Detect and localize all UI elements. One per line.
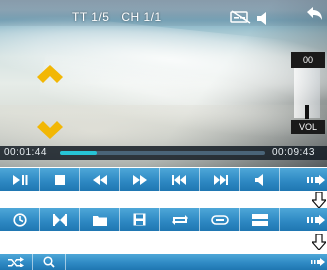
expand-arrow-icon bbox=[307, 214, 325, 225]
expand-arrow-icon bbox=[311, 258, 325, 266]
expand-button[interactable] bbox=[280, 168, 327, 191]
folder-button[interactable] bbox=[80, 208, 120, 231]
playback-controls bbox=[0, 168, 327, 191]
repeat-icon bbox=[171, 214, 188, 225]
volume-label: VOL bbox=[291, 120, 325, 134]
stop-button[interactable] bbox=[40, 168, 80, 191]
next-button[interactable] bbox=[200, 168, 240, 191]
aspect-ratio-button[interactable] bbox=[240, 208, 280, 231]
search-icon bbox=[43, 256, 55, 268]
expand-button[interactable] bbox=[307, 254, 327, 270]
rewind-button[interactable] bbox=[80, 168, 120, 191]
speaker-icon bbox=[254, 173, 263, 186]
clock-button[interactable] bbox=[0, 208, 40, 231]
stop-icon bbox=[54, 174, 65, 185]
function-controls bbox=[0, 208, 327, 231]
track-info: TT 1/5 CH 1/1 bbox=[72, 10, 170, 24]
shuffle-button[interactable] bbox=[0, 254, 33, 270]
save-icon bbox=[133, 213, 146, 226]
down-arrow-icon bbox=[310, 233, 327, 254]
expand-button[interactable] bbox=[280, 208, 327, 231]
play-pause-button[interactable] bbox=[0, 168, 40, 191]
fast-forward-icon bbox=[132, 174, 147, 185]
total-time: 00:09:43 bbox=[272, 147, 315, 158]
empty-slot bbox=[66, 254, 307, 270]
repeat-button[interactable] bbox=[160, 208, 200, 231]
seek-track[interactable] bbox=[60, 151, 265, 155]
back-arrow-icon[interactable] bbox=[304, 6, 324, 26]
shuffle-icon bbox=[8, 257, 24, 267]
ab-repeat-button[interactable] bbox=[40, 208, 80, 231]
mute-button[interactable] bbox=[240, 168, 280, 191]
previous-icon bbox=[171, 174, 186, 185]
chevron-up-icon[interactable] bbox=[37, 65, 63, 87]
chapter-counter: CH 1/1 bbox=[121, 10, 162, 24]
seek-fill bbox=[60, 151, 97, 155]
elapsed-time: 00:01:44 bbox=[4, 147, 47, 158]
clock-icon bbox=[12, 212, 27, 227]
fast-forward-button[interactable] bbox=[120, 168, 160, 191]
ratio-icon bbox=[251, 213, 268, 226]
extra-controls bbox=[0, 254, 327, 270]
rewind-icon bbox=[92, 174, 107, 185]
bowtie-icon bbox=[52, 213, 67, 226]
volume-value: 00 bbox=[291, 52, 325, 68]
save-button[interactable] bbox=[120, 208, 160, 231]
subtitle-off-icon[interactable] bbox=[230, 9, 252, 28]
link-button[interactable] bbox=[200, 208, 240, 231]
title-counter: TT 1/5 bbox=[72, 10, 110, 24]
volume-arrows-icon bbox=[300, 115, 314, 130]
chevron-down-icon[interactable] bbox=[37, 121, 63, 143]
search-button[interactable] bbox=[33, 254, 66, 270]
speaker-icon[interactable] bbox=[256, 10, 270, 29]
play-pause-icon bbox=[12, 174, 27, 185]
previous-button[interactable] bbox=[160, 168, 200, 191]
next-icon bbox=[213, 174, 228, 185]
expand-arrow-icon bbox=[307, 174, 325, 185]
link-icon bbox=[210, 214, 229, 225]
folder-icon bbox=[92, 215, 107, 226]
